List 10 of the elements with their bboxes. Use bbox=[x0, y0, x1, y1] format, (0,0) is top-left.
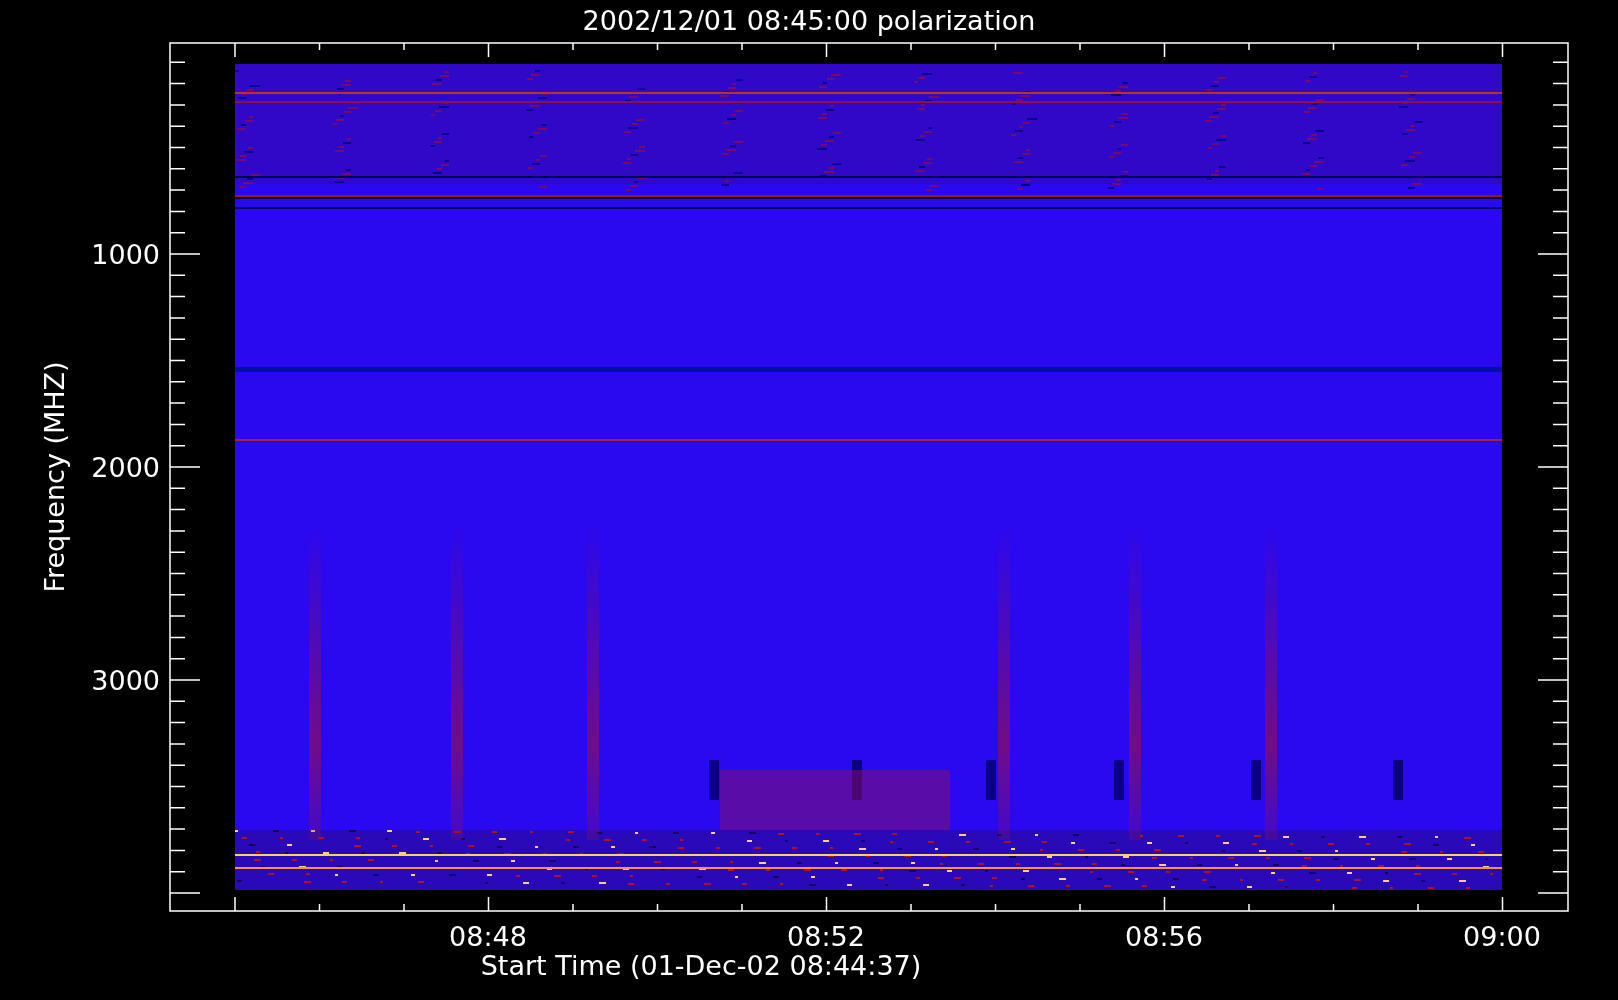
tick-label: 08:48 bbox=[449, 921, 527, 952]
axis-title: Start Time (01-Dec-02 08:44:37) bbox=[480, 950, 922, 981]
tick-label: 2000 bbox=[91, 452, 160, 483]
tick-label: 08:52 bbox=[787, 921, 865, 952]
tick-label: 1000 bbox=[91, 239, 160, 270]
axis-title: Frequency (MHZ) bbox=[39, 361, 70, 593]
tick-label: 08:56 bbox=[1125, 921, 1203, 952]
plot-title: 2002/12/01 08:45:00 polarization bbox=[582, 5, 1036, 36]
tick-label: 3000 bbox=[91, 665, 160, 696]
tick-label: 09:00 bbox=[1463, 921, 1541, 952]
